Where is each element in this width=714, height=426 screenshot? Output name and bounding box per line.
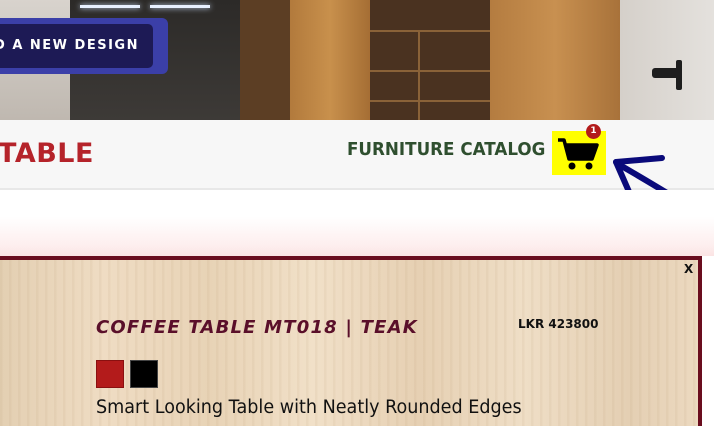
add-new-design-button[interactable]: D A NEW DESIGN [0, 24, 153, 68]
hero-shelf [370, 70, 490, 72]
hero-cabinet-panel [240, 0, 290, 120]
door-handle-plate [676, 60, 682, 90]
section-separator [0, 190, 714, 256]
product-title: COFFEE TABLE MT018 | TEAK [96, 317, 418, 338]
color-swatch-black[interactable] [130, 360, 158, 388]
add-new-design-label: D A NEW DESIGN [0, 38, 139, 53]
cart-count-badge: 1 [586, 124, 601, 139]
hero-wood-door [490, 0, 620, 120]
site-logo[interactable]: TABLE [0, 138, 94, 169]
color-swatch-red[interactable] [96, 360, 124, 388]
close-panel-button[interactable]: X [684, 262, 693, 276]
hero-shelving [370, 0, 490, 120]
cart-button[interactable] [552, 131, 606, 175]
hero-shelf [370, 30, 490, 32]
furniture-catalog-link[interactable]: FURNITURE CATALOG [347, 139, 545, 160]
product-description: Smart Looking Table with Neatly Rounded … [96, 397, 522, 418]
hero-white-door [620, 0, 714, 120]
hero-wood-door [290, 0, 370, 120]
hero-shelf-divider [418, 30, 420, 120]
product-price: LKR 423800 [518, 317, 599, 331]
hero-led-light [80, 5, 140, 8]
hero-shelf [370, 100, 490, 102]
shopping-cart-icon [558, 138, 599, 170]
hero-led-light [150, 5, 210, 8]
